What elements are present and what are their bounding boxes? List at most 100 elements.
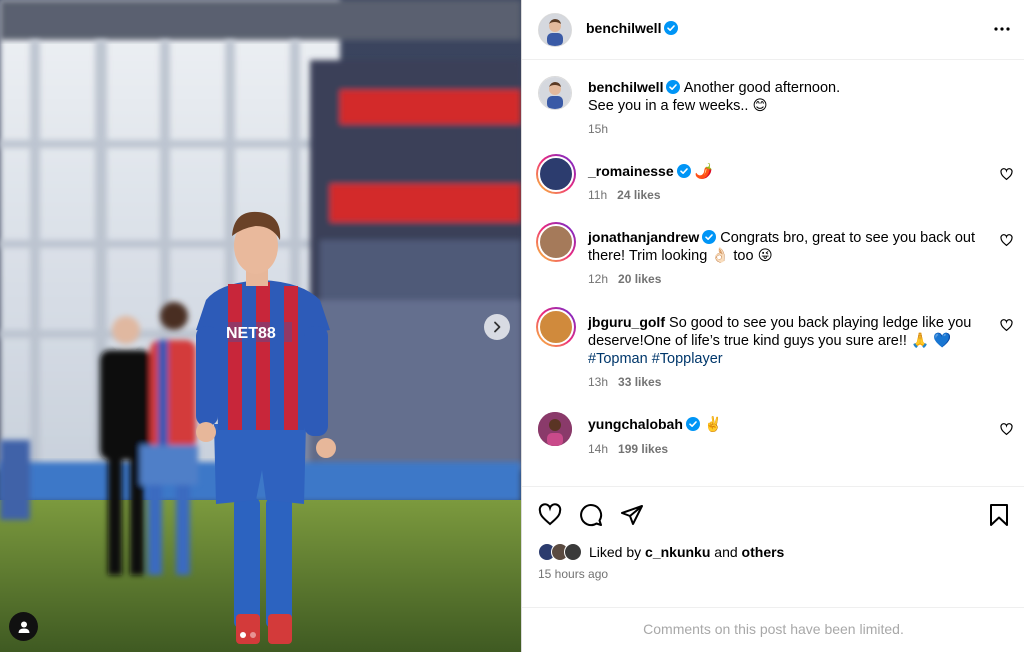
carousel-dot: [250, 632, 256, 638]
hashtag-link[interactable]: #Topman: [588, 351, 648, 367]
liked-by-user[interactable]: c_nkunku: [645, 544, 710, 560]
comment-item: _romainesse 🌶️ 11h 24 likes: [522, 154, 1024, 214]
comment-text: yungchalobah ✌️: [588, 415, 978, 434]
liked-by-row: Liked by c_nkunku and others: [538, 543, 784, 561]
commenter-photo: [538, 224, 574, 260]
more-options-button[interactable]: [993, 18, 1011, 39]
caption-time[interactable]: 15h: [588, 122, 608, 136]
carousel-dot: [240, 632, 246, 638]
comment-body: So good to see you back playing ledge li…: [669, 315, 972, 331]
comment-username[interactable]: jonathanjandrew: [588, 229, 699, 245]
comment-username[interactable]: _romainesse: [588, 163, 674, 179]
heart-icon: [1000, 168, 1013, 181]
comment-body: deserve!One of life’s true kind guys you…: [588, 333, 907, 349]
like-button[interactable]: [538, 503, 562, 530]
blue-heart-emoji: 💙: [933, 333, 952, 349]
verified-badge-icon: [676, 164, 691, 178]
heart-icon: [1000, 423, 1013, 436]
user-icon: [18, 621, 29, 633]
comment-likes[interactable]: 20 likes: [618, 272, 661, 286]
comment-body: 🌶️: [694, 164, 713, 180]
caption-username[interactable]: benchilwell: [588, 79, 663, 95]
comment-body: too: [733, 248, 754, 264]
comment-like-button[interactable]: [1000, 423, 1013, 439]
liker-avatar[interactable]: [564, 543, 582, 561]
bookmark-icon: [990, 504, 1008, 526]
comment-time[interactable]: 12h: [588, 272, 608, 286]
more-horizontal-icon: [994, 27, 1010, 31]
comment-meta: 11h 24 likes: [588, 188, 661, 202]
comment-item: jbguru_golf So good to see you back play…: [522, 305, 1024, 400]
post-header: benchilwell: [522, 0, 1024, 60]
winking-face-emoji: 😜: [757, 248, 773, 264]
liked-by-prefix: Liked by: [589, 544, 642, 560]
comment-text: _romainesse 🌶️: [588, 162, 978, 181]
chevron-right-icon: [494, 321, 501, 333]
heart-icon: [1000, 319, 1013, 332]
commenter-avatar[interactable]: [536, 307, 576, 347]
comment-time[interactable]: 13h: [588, 375, 608, 389]
comment-body: Congrats bro, great to see you back out: [720, 230, 975, 246]
caption-line-2: See you in a few weeks..: [588, 98, 749, 114]
ok-hand-emoji: 👌🏻: [711, 248, 730, 264]
comment-meta: 14h 199 likes: [588, 442, 668, 456]
comment-like-button[interactable]: [1000, 234, 1013, 250]
post-actions-section: Liked by c_nkunku and others 15 hours ag…: [522, 486, 1024, 652]
verified-badge-icon: [664, 21, 679, 35]
hashtag-link[interactable]: #Topplayer: [652, 351, 723, 367]
comments-limited-notice: Comments on this post have been limited.: [522, 607, 1024, 652]
carousel-next-button[interactable]: [484, 314, 510, 340]
verified-badge-icon: [666, 80, 681, 94]
comment-likes[interactable]: 199 likes: [618, 442, 668, 456]
comment-like-button[interactable]: [1000, 319, 1013, 335]
caption-text: benchilwell Another good afternoon. See …: [588, 78, 978, 115]
comment-time[interactable]: 11h: [588, 188, 607, 202]
author-photo: [539, 14, 571, 46]
comment-button[interactable]: [579, 503, 603, 530]
praying-hands-emoji: 🙏: [910, 333, 929, 349]
verified-badge-icon: [702, 230, 717, 244]
commenter-photo: [538, 412, 572, 446]
comment-like-button[interactable]: [1000, 168, 1013, 184]
heart-icon: [538, 503, 562, 526]
share-button[interactable]: [620, 503, 644, 530]
caption-avatar[interactable]: [538, 76, 572, 110]
comment-username[interactable]: yungchalobah: [588, 416, 683, 432]
comment-likes[interactable]: 33 likes: [618, 375, 661, 389]
caption-author-photo: [539, 77, 571, 109]
comment-likes[interactable]: 24 likes: [617, 188, 660, 202]
post-photo: NET88: [0, 0, 521, 652]
carousel-indicator: [240, 632, 256, 638]
author-avatar[interactable]: [538, 13, 572, 47]
post-details-panel: benchilwell benchilwell Another good aft…: [521, 0, 1024, 652]
tagged-users-button[interactable]: [9, 612, 38, 641]
post-timestamp[interactable]: 15 hours ago: [538, 567, 608, 581]
comment-icon: [580, 504, 603, 527]
liked-by-text: Liked by c_nkunku and others: [589, 544, 784, 560]
caption-line-1: Another good afternoon.: [683, 80, 841, 96]
commenter-avatar[interactable]: [536, 222, 576, 262]
comment-body: there! Trim looking: [588, 248, 708, 264]
comment-body: ✌️: [703, 417, 722, 433]
comment-meta: 13h 33 likes: [588, 375, 661, 389]
comment-time[interactable]: 14h: [588, 442, 608, 456]
post-image: NET88: [0, 0, 521, 652]
commenter-avatar[interactable]: [536, 154, 576, 194]
liked-by-and: and: [714, 544, 738, 560]
comment-username[interactable]: jbguru_golf: [588, 314, 665, 330]
svg-text:NET88: NET88: [226, 325, 276, 342]
author-username[interactable]: benchilwell: [586, 20, 661, 36]
commenter-photo: [538, 309, 574, 345]
smile-emoji: 😊: [752, 98, 768, 114]
comment-text: jbguru_golf So good to see you back play…: [588, 313, 978, 368]
verified-badge-icon: [685, 417, 700, 431]
comment-text: jonathanjandrew Congrats bro, great to s…: [588, 228, 978, 265]
send-icon: [621, 505, 643, 525]
commenter-photo: [538, 156, 574, 192]
liked-by-others[interactable]: others: [742, 544, 785, 560]
author-name-row: benchilwell: [586, 20, 679, 36]
save-button[interactable]: [988, 503, 1010, 530]
commenter-avatar[interactable]: [538, 412, 572, 446]
heart-icon: [1000, 234, 1013, 247]
comment-item: jonathanjandrew Congrats bro, great to s…: [522, 220, 1024, 295]
